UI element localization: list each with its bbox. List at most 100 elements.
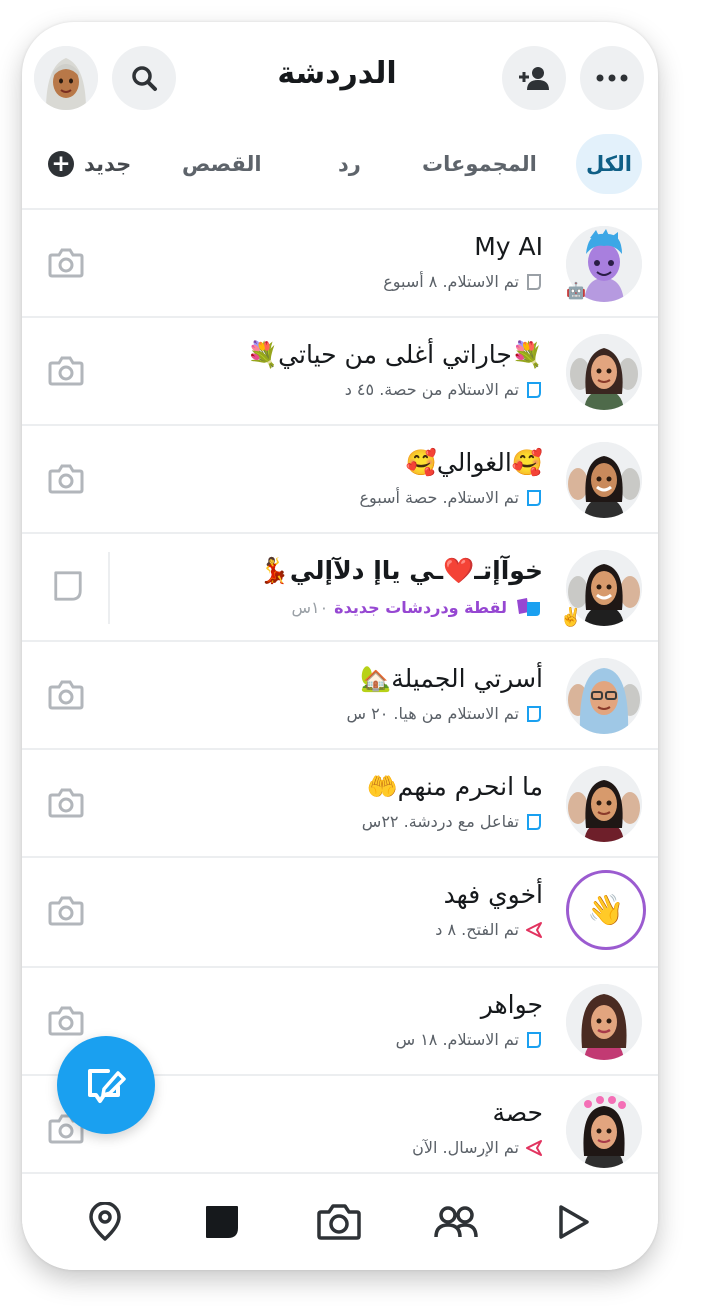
camera-icon[interactable] — [48, 1005, 84, 1037]
camera-icon[interactable] — [48, 679, 84, 711]
chat-row-ma-anhram[interactable]: ما انحرم منهم🤲 تفاعل مع دردشة. ٢٢س — [22, 750, 658, 858]
spotlight-play-icon — [559, 1205, 589, 1239]
nav-camera[interactable] — [315, 1198, 363, 1246]
bitmoji-avatar-icon — [566, 984, 642, 1060]
chat-icon[interactable] — [50, 570, 86, 602]
chat-row-usrati[interactable]: أسرتي الجميلة🏡 تم الاستلام من هيا. ٢٠ س — [22, 642, 658, 750]
status-text: تم الإرسال. الآن — [412, 1138, 519, 1157]
bitmoji-avatar-icon — [566, 1092, 642, 1168]
nav-chat[interactable] — [198, 1198, 246, 1246]
avatar: 👋 — [566, 870, 646, 950]
chat-screen: الدردشة الكل المجموعات رد القصص جديد + 🤖… — [22, 22, 658, 1270]
chat-status: تم الإرسال. الآن — [412, 1138, 543, 1157]
add-friend-button[interactable] — [502, 46, 566, 110]
chat-name: My AI — [474, 232, 543, 261]
search-button[interactable] — [112, 46, 176, 110]
chat-name: 💐جاراتي أغلى من حياتي💐 — [247, 340, 543, 369]
chat-name: أسرتي الجميلة🏡 — [360, 664, 543, 693]
nav-map[interactable] — [81, 1198, 129, 1246]
map-icon — [89, 1202, 121, 1241]
chat-blue-outline-icon — [527, 1031, 541, 1048]
tab-new-label: جديد — [84, 152, 132, 176]
chat-filter-tabs: الكل المجموعات رد القصص جديد + — [22, 134, 658, 206]
chat-status: تم الاستلام من حصة. ٤٥ د — [345, 380, 543, 399]
chat-status: تفاعل مع دردشة. ٢٢س — [362, 812, 543, 831]
tab-new[interactable]: جديد + — [48, 134, 131, 194]
chat-name: خوآإتـ❤️ـي ياإ دلآإلي💃 — [258, 556, 543, 585]
divider — [108, 552, 110, 624]
group-avatar-icon — [566, 334, 642, 410]
status-text: تم الاستلام. حصة أسبوع — [359, 488, 519, 507]
chat-name: حصة — [492, 1098, 543, 1127]
status-text: تم الفتح. ٨ د — [435, 920, 519, 939]
avatar — [566, 334, 642, 410]
bitmoji-avatar-icon — [34, 46, 98, 110]
status-text: تفاعل مع دردشة. ٢٢س — [361, 812, 519, 831]
bottom-navigation — [22, 1172, 658, 1270]
avatar — [566, 442, 642, 518]
add-friend-icon — [519, 67, 549, 90]
victory-hand-icon: ✌️ — [559, 607, 582, 628]
group-avatar-icon — [566, 442, 642, 518]
status-text: تم الاستلام. ١٨ س — [395, 1030, 519, 1049]
status-text: لقطة ودردشات جديدة — [334, 597, 507, 617]
avatar — [566, 658, 642, 734]
wave-icon: 👋 — [587, 892, 625, 928]
page-title: الدردشة — [277, 56, 397, 91]
new-chat-button[interactable] — [57, 1036, 155, 1134]
chat-name: أخوي فهد — [443, 880, 543, 909]
status-text: تم الاستلام. ٨ أسبوع — [383, 272, 519, 291]
chat-outline-icon — [527, 273, 541, 290]
chat-row-khawati[interactable]: ✌️ خوآإتـ❤️ـي ياإ دلآإلي💃 لقطة ودردشات ج… — [22, 534, 658, 642]
sent-arrow-icon — [526, 1139, 542, 1156]
sent-arrow-icon — [526, 921, 542, 938]
nav-spotlight[interactable] — [549, 1198, 597, 1246]
group-avatar-icon — [566, 658, 642, 734]
chat-blue-outline-icon — [527, 813, 541, 830]
chat-row-akhoy-fahd[interactable]: 👋 أخوي فهد تم الفتح. ٨ د — [22, 858, 658, 968]
chat-blue-outline-icon — [527, 381, 541, 398]
camera-icon[interactable] — [48, 247, 84, 279]
chat-row-my-ai[interactable]: 🤖 My AI تم الاستلام. ٨ أسبوع — [22, 210, 658, 318]
tab-groups[interactable]: المجموعات — [422, 134, 537, 194]
chat-status: لقطة ودردشات جديدة ١٠س — [291, 596, 543, 618]
chat-status: تم الاستلام. ١٨ س — [396, 1030, 543, 1049]
avatar — [566, 984, 642, 1060]
camera-icon[interactable] — [48, 787, 84, 819]
status-time: ١٠س — [291, 597, 329, 617]
chat-status: تم الاستلام من هيا. ٢٠ س — [347, 704, 544, 723]
avatar — [566, 766, 642, 842]
chat-row-alghawali[interactable]: 🥰الغوالي🥰 تم الاستلام. حصة أسبوع — [22, 426, 658, 534]
chat-status: تم الفتح. ٨ د — [435, 920, 543, 939]
tab-reply[interactable]: رد — [338, 134, 361, 194]
tab-all[interactable]: الكل — [576, 134, 642, 194]
camera-icon[interactable] — [48, 463, 84, 495]
chat-icon — [206, 1206, 238, 1238]
plus-icon: + — [48, 151, 74, 177]
search-icon — [132, 66, 157, 91]
friends-icon — [434, 1206, 478, 1238]
avatar — [566, 1092, 642, 1168]
profile-avatar[interactable] — [34, 46, 98, 110]
chat-blue-outline-icon — [527, 705, 541, 722]
chat-name: ما انحرم منهم🤲 — [366, 772, 543, 801]
chat-name: جواهر — [480, 990, 543, 1019]
chat-blue-outline-icon — [527, 489, 541, 506]
new-chat-icon — [88, 1069, 126, 1103]
snap-chat-new-icon — [517, 598, 540, 616]
camera-icon[interactable] — [48, 895, 84, 927]
camera-icon[interactable] — [48, 355, 84, 387]
camera-icon — [317, 1204, 361, 1240]
more-icon — [596, 74, 628, 82]
more-button[interactable] — [580, 46, 644, 110]
nav-friends[interactable] — [432, 1198, 480, 1246]
chat-status: تم الاستلام. ٨ أسبوع — [383, 272, 543, 291]
group-avatar-icon — [566, 766, 642, 842]
tab-stories[interactable]: القصص — [182, 134, 262, 194]
robot-badge-icon: 🤖 — [566, 281, 586, 300]
status-text: تم الاستلام من حصة. ٤٥ د — [344, 380, 519, 399]
chat-list: 🤖 My AI تم الاستلام. ٨ أسبوع 💐جاراتي أغل… — [22, 208, 658, 1182]
chat-name: 🥰الغوالي🥰 — [405, 448, 543, 477]
chat-row-jarati[interactable]: 💐جاراتي أغلى من حياتي💐 تم الاستلام من حص… — [22, 318, 658, 426]
chat-status: تم الاستلام. حصة أسبوع — [359, 488, 543, 507]
